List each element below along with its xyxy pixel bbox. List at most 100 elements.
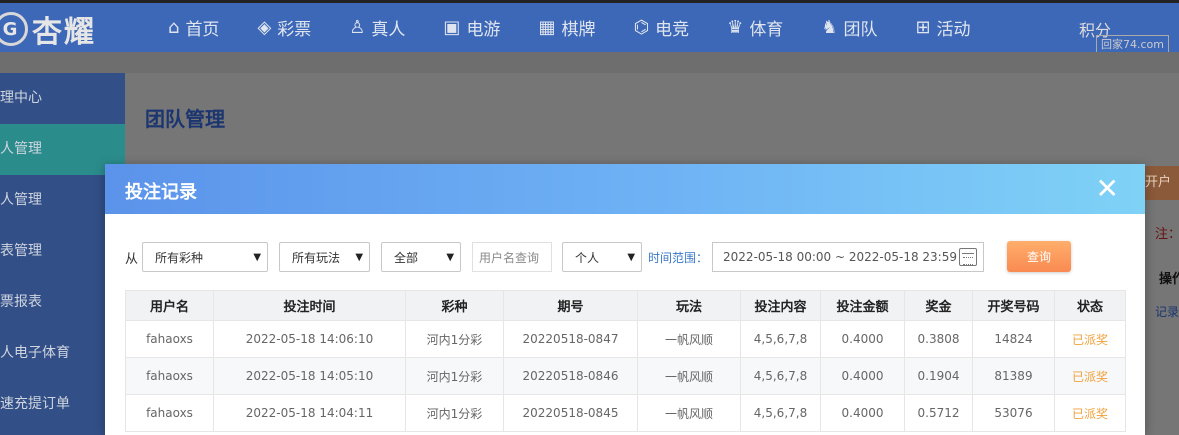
nav-item[interactable]: ⌬ 电竞: [633, 15, 689, 40]
table-cell: 20220518-0845: [503, 394, 638, 432]
scope-select[interactable]: 全部 ▼: [381, 242, 462, 272]
logo-text: 杏耀: [32, 15, 96, 50]
table-cell: 20220518-0846: [503, 357, 638, 395]
chevron-down-icon: ▼: [253, 251, 262, 263]
bet-records-modal: 投注记录 ✕ 从 所有彩种 ▼ 所有玩法 ▼ 全部 ▼ 用户名查询 个人 ▼ 时…: [105, 164, 1145, 435]
nav-items: ⌂ 首页 ◈ 彩票 ♙ 真人 ▣ 电游 ▦ 棋牌 ⌬ 电竞 ♛ 体育 ♞ 团队 ⊞ 活动: [168, 3, 1009, 52]
play-select[interactable]: 所有玩法 ▼: [279, 242, 371, 272]
table-cell: 0.5712: [904, 394, 973, 432]
column-header: 玩法: [637, 290, 741, 321]
nav-item[interactable]: ▣ 电游: [443, 15, 500, 40]
table-cell: 4,5,6,7,8: [740, 357, 821, 395]
table-cell: 14824: [972, 320, 1055, 358]
logo[interactable]: G 杏耀: [0, 7, 96, 51]
status-cell: 已派奖: [1054, 394, 1126, 432]
table-cell: 河内1分彩: [405, 394, 504, 432]
trophy-icon: ♛: [727, 17, 744, 38]
cards-icon: ▦: [538, 17, 556, 38]
table-cell: fahaoxs: [125, 320, 214, 358]
nav-item[interactable]: ♛ 体育: [727, 15, 783, 40]
nav-item[interactable]: ♙ 真人: [349, 15, 405, 40]
sidebar-item[interactable]: 理中心: [0, 73, 125, 124]
nav-item[interactable]: ▦ 棋牌: [538, 15, 595, 40]
username-placeholder: 用户名查询: [479, 250, 540, 265]
bet-records-table: 用户名 投注时间 彩种 期号 玩法 投注内容 投注金额 奖金 开奖号码 状态 fahaoxs 202…: [125, 290, 1126, 432]
page-title: 团队管理: [145, 107, 225, 131]
user-type-select-value: 个人: [575, 250, 600, 265]
close-icon[interactable]: ✕: [1096, 174, 1119, 204]
column-header: 投注时间: [213, 290, 406, 321]
table-cell: 53076: [972, 394, 1055, 432]
top-nav: G 杏耀 ⌂ 首页 ◈ 彩票 ♙ 真人 ▣ 电游 ▦ 棋牌 ⌬ 电竞 ♛ 体育 ♞ 团队 ⊞ 活动 积分 回家74…: [0, 0, 1179, 55]
modal-title: 投注记录: [125, 182, 197, 203]
table-row[interactable]: fahaoxs 2022-05-18 14:06:10 河内1分彩 20220518-…: [125, 320, 1126, 358]
nav-item-label: 电游: [466, 20, 501, 40]
lottery-select[interactable]: 所有彩种 ▼: [142, 242, 269, 272]
from-label: 从: [125, 251, 139, 267]
open-account-tab[interactable]: 开户: [1145, 166, 1179, 200]
nav-item[interactable]: ♞ 团队: [821, 15, 877, 40]
nav-item-label: 电竞: [655, 20, 690, 40]
query-button[interactable]: 查询: [1007, 241, 1071, 272]
filter-bar: 从 所有彩种 ▼ 所有玩法 ▼ 全部 ▼ 用户名查询 个人 ▼ 时间范围： 20…: [125, 242, 985, 272]
gift-icon: ⊞: [915, 17, 931, 38]
user-type-select[interactable]: 个人 ▼: [562, 242, 643, 272]
column-header: 投注金额: [820, 290, 905, 321]
chevron-down-icon: ▼: [446, 251, 455, 263]
ticket-icon: ◈: [257, 17, 272, 38]
table-cell: 2022-05-18 14:04:11: [213, 394, 406, 432]
table-cell: 一帆风顺: [637, 357, 741, 395]
table-cell: 4,5,6,7,8: [740, 394, 821, 432]
table-header-row: 用户名 投注时间 彩种 期号 玩法 投注内容 投注金额 奖金 开奖号码 状态: [125, 290, 1126, 321]
time-range-label: 时间范围：: [648, 250, 709, 265]
column-header: 彩种: [405, 290, 504, 321]
username-input[interactable]: 用户名查询: [472, 242, 553, 272]
record-link[interactable]: 记录: [1155, 303, 1179, 320]
column-header: 投注内容: [740, 290, 821, 321]
nav-item-label: 活动: [936, 20, 971, 40]
table-cell: 2022-05-18 14:06:10: [213, 320, 406, 358]
lottery-select-value: 所有彩种: [155, 250, 204, 265]
status-cell: 已派奖: [1054, 357, 1126, 395]
scope-select-value: 全部: [394, 250, 419, 265]
nav-item[interactable]: ⊞ 活动: [915, 15, 970, 40]
chevron-down-icon: ▼: [355, 251, 364, 263]
status-cell: 已派奖: [1054, 320, 1126, 358]
nav-shadow-strip: [0, 52, 1179, 73]
chevron-down-icon: ▼: [627, 251, 636, 263]
column-header: 奖金: [904, 290, 973, 321]
nav-item[interactable]: ⌂ 首页: [168, 15, 219, 40]
date-range-input[interactable]: 2022-05-18 00:00 ~ 2022-05-18 23:59: [712, 242, 985, 272]
play-select-value: 所有玩法: [292, 250, 341, 265]
table-cell: 河内1分彩: [405, 357, 504, 395]
table-cell: 0.4000: [820, 320, 905, 358]
nav-extra: 积分 回家74.com: [1055, 11, 1175, 55]
modal-header: 投注记录 ✕: [105, 164, 1145, 214]
nav-item-label: 棋牌: [561, 20, 596, 40]
table-cell: fahaoxs: [125, 394, 214, 432]
table-cell: 一帆风顺: [637, 394, 741, 432]
nav-item[interactable]: ◈ 彩票: [257, 15, 311, 40]
table-cell: 4,5,6,7,8: [740, 320, 821, 358]
nav-item-label: 彩票: [277, 20, 312, 40]
table-row[interactable]: fahaoxs 2022-05-18 14:05:10 河内1分彩 20220518-…: [125, 357, 1126, 395]
calendar-icon[interactable]: [959, 248, 978, 266]
table-body: fahaoxs 2022-05-18 14:06:10 河内1分彩 20220518-…: [125, 320, 1126, 432]
home-icon: ⌂: [168, 17, 180, 38]
gamepad-icon: ⌬: [633, 17, 650, 38]
person-icon: ♙: [349, 17, 366, 38]
table-cell: 一帆风顺: [637, 320, 741, 358]
table-cell: 0.3808: [904, 320, 973, 358]
table-cell: 20220518-0847: [503, 320, 638, 358]
column-header: 状态: [1054, 290, 1126, 321]
table-cell: 0.4000: [820, 394, 905, 432]
table-row[interactable]: fahaoxs 2022-05-18 14:04:11 河内1分彩 20220518-…: [125, 394, 1126, 432]
note-label: 注：: [1155, 227, 1179, 242]
date-range-value: 2022-05-18 00:00 ~ 2022-05-18 23:59: [723, 250, 957, 264]
table-cell: 0.1904: [904, 357, 973, 395]
logo-emblem-icon: G: [0, 12, 28, 46]
watermark: 回家74.com: [1096, 35, 1169, 53]
nav-item-label: 团队: [843, 20, 878, 40]
team-icon: ♞: [821, 17, 838, 38]
table-cell: fahaoxs: [125, 357, 214, 395]
